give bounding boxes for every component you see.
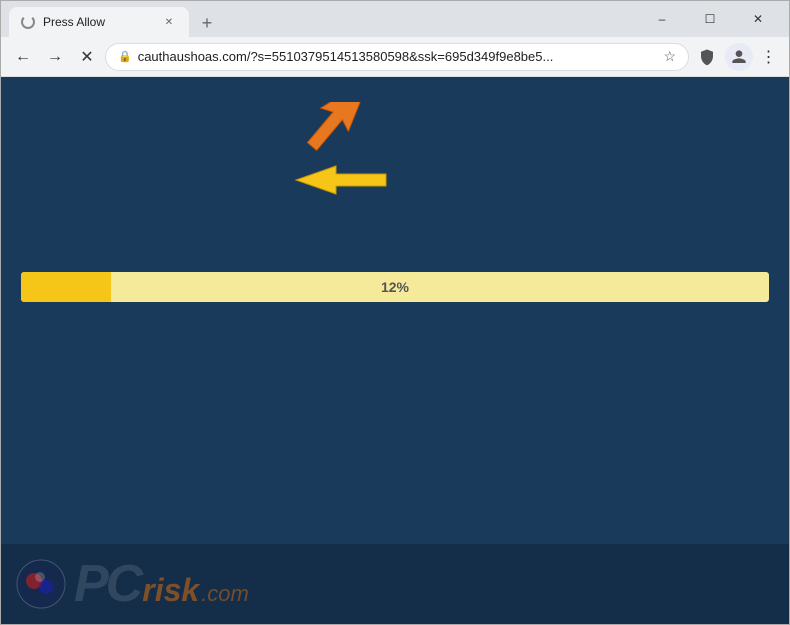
browser-window: Press Allow ✕ + – ☐ ✕ ← → ✕ 🔒 cauthausho… (0, 0, 790, 625)
title-bar: Press Allow ✕ + – ☐ ✕ (1, 1, 789, 37)
watermark: PC risk .com (1, 544, 789, 624)
arrows-graphic (281, 102, 441, 227)
tab-close-button[interactable]: ✕ (161, 14, 177, 30)
tab-favicon (21, 15, 35, 29)
tab-strip: Press Allow ✕ + (9, 1, 639, 37)
toolbar: ← → ✕ 🔒 cauthaushoas.com/?s=551037951451… (1, 37, 789, 77)
url-text: cauthaushoas.com/?s=5510379514513580598&… (138, 49, 658, 64)
minimize-button[interactable]: – (639, 1, 685, 37)
progress-bar-container: 12% (21, 272, 769, 302)
window-controls: – ☐ ✕ (639, 1, 781, 37)
progress-label: 12% (21, 272, 769, 302)
logo-risk: risk (142, 572, 199, 609)
menu-button[interactable]: ⋮ (757, 45, 781, 69)
bookmark-icon[interactable]: ☆ (663, 48, 676, 65)
maximize-button[interactable]: ☐ (687, 1, 733, 37)
logo-dotcom: .com (201, 581, 249, 607)
new-tab-button[interactable]: + (193, 9, 221, 37)
profile-button[interactable] (725, 43, 753, 71)
forward-button[interactable]: → (41, 43, 69, 71)
watermark-logo: PC risk .com (16, 554, 249, 614)
watermark-text: PC risk .com (74, 554, 249, 614)
lock-icon: 🔒 (118, 50, 132, 63)
logo-icon (16, 559, 66, 609)
reload-button[interactable]: ✕ (73, 43, 101, 71)
close-button[interactable]: ✕ (735, 1, 781, 37)
address-bar[interactable]: 🔒 cauthaushoas.com/?s=551037951451358059… (105, 43, 689, 71)
page-content: 12% PC risk .com (1, 77, 789, 624)
active-tab[interactable]: Press Allow ✕ (9, 7, 189, 37)
back-button[interactable]: ← (9, 43, 37, 71)
shield-icon[interactable] (693, 43, 721, 71)
logo-pc: PC (74, 554, 140, 614)
tab-title: Press Allow (43, 15, 153, 29)
